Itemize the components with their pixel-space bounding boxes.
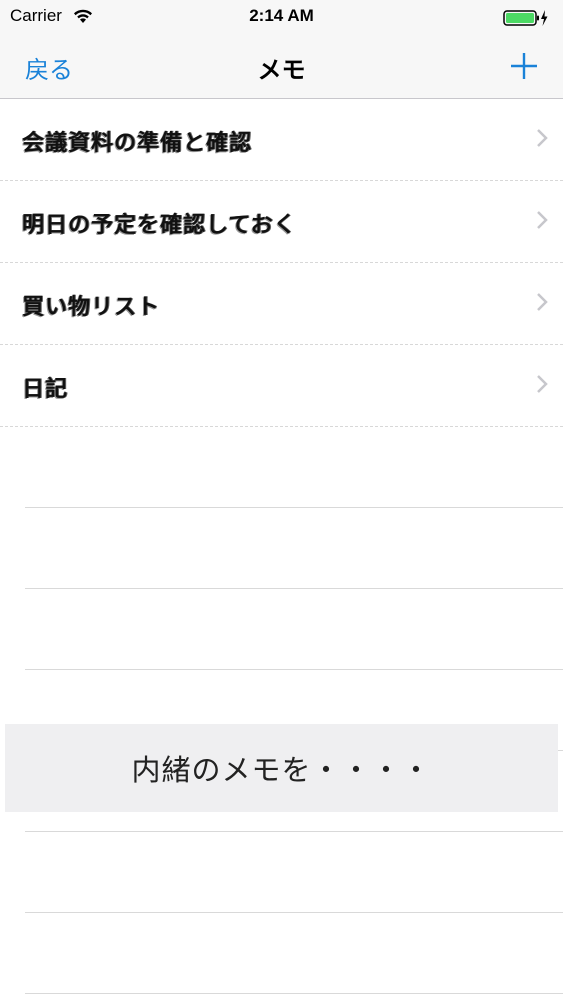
chevron-right-icon — [537, 375, 548, 393]
plus-icon[interactable] — [509, 51, 539, 81]
toast-message: 内緒のメモを・・・・ — [131, 753, 432, 787]
empty-row — [25, 508, 563, 589]
screen: Carrier 2:14 AM 戻る メモ 会議資料の準備と確認 明日の予定を確… — [0, 0, 563, 1000]
toast-banner: 内緒のメモを・・・・ — [5, 724, 558, 812]
memo-row[interactable]: 日記 — [0, 345, 563, 427]
memo-row[interactable]: 明日の予定を確認しておく — [0, 181, 563, 263]
chevron-right-icon — [537, 129, 548, 147]
memo-title: 日記 — [22, 377, 69, 401]
chevron-right-icon — [537, 211, 548, 229]
status-bar: Carrier 2:14 AM — [0, 0, 563, 36]
empty-row — [25, 427, 563, 508]
memo-row[interactable]: 会議資料の準備と確認 — [0, 99, 563, 181]
memo-list: 会議資料の準備と確認 明日の予定を確認しておく 買い物リスト 日記 — [0, 99, 563, 994]
empty-row — [25, 589, 563, 670]
empty-row — [25, 913, 563, 994]
navigation-bar: 戻る メモ — [0, 36, 563, 99]
memo-row[interactable]: 買い物リスト — [0, 263, 563, 345]
memo-title: 会議資料の準備と確認 — [22, 131, 253, 155]
chevron-right-icon — [537, 293, 548, 311]
page-title: メモ — [257, 56, 306, 84]
battery-charging-icon — [503, 10, 548, 26]
empty-row — [25, 832, 563, 913]
status-time: 2:14 AM — [249, 6, 314, 25]
memo-title: 買い物リスト — [22, 295, 161, 319]
memo-title: 明日の予定を確認しておく — [22, 213, 297, 237]
